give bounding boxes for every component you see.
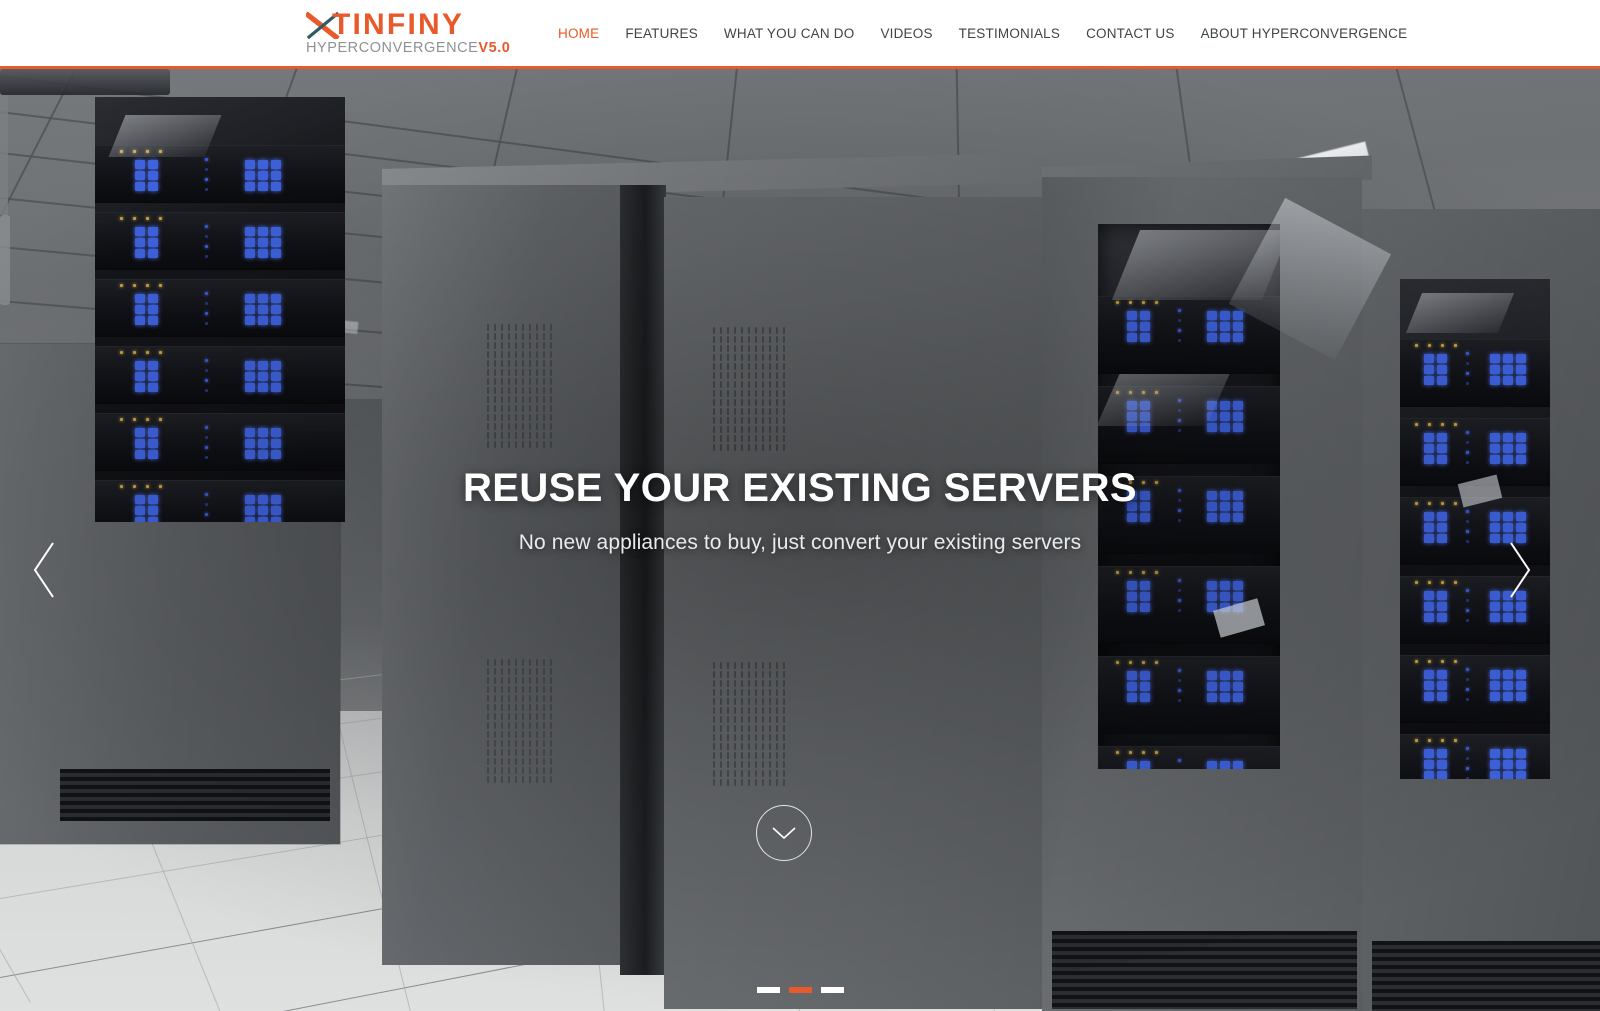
chevron-right-icon (1510, 542, 1531, 598)
logo-wordmark: TINFINY (306, 7, 486, 41)
hero-background-image (0, 69, 1600, 1011)
nav-item-testimonials[interactable]: TESTIMONIALS (946, 26, 1073, 41)
chevron-left-icon (33, 542, 54, 598)
nav-item-home[interactable]: HOME (545, 26, 612, 41)
logo-tagline-text: HYPERCONVERGENCE (306, 39, 479, 56)
chevron-down-icon (772, 827, 796, 840)
carousel-prev-button[interactable] (24, 535, 64, 605)
nav-item-about-hyperconvergence[interactable]: ABOUT HYPERCONVERGENCE (1188, 26, 1421, 41)
carousel-pagination (0, 987, 1600, 993)
nav-item-features[interactable]: FEATURES (612, 26, 711, 41)
nav-item-contact-us[interactable]: CONTACT US (1073, 26, 1188, 41)
logo-name: TINFINY (332, 7, 465, 41)
carousel-next-button[interactable] (1500, 535, 1540, 605)
hero-carousel: REUSE YOUR EXISTING SERVERS No new appli… (0, 69, 1600, 1011)
nav-item-videos[interactable]: VIDEOS (867, 26, 945, 41)
main-navigation: HOME FEATURES WHAT YOU CAN DO VIDEOS TES… (545, 0, 1420, 66)
nav-item-what-you-can-do[interactable]: WHAT YOU CAN DO (711, 26, 868, 41)
scroll-down-button[interactable] (756, 805, 812, 861)
site-header: TINFINY HYPERCONVERGENCEV5.0 HOME FEATUR… (0, 0, 1600, 69)
site-logo[interactable]: TINFINY HYPERCONVERGENCEV5.0 (306, 7, 510, 57)
logo-tagline: HYPERCONVERGENCEV5.0 (306, 39, 510, 56)
carousel-dot-1[interactable] (756, 987, 780, 993)
landing-page: TINFINY HYPERCONVERGENCEV5.0 HOME FEATUR… (0, 0, 1600, 1011)
carousel-dot-2[interactable] (788, 987, 812, 993)
carousel-dot-3[interactable] (820, 987, 844, 993)
logo-version: V5.0 (478, 39, 511, 56)
